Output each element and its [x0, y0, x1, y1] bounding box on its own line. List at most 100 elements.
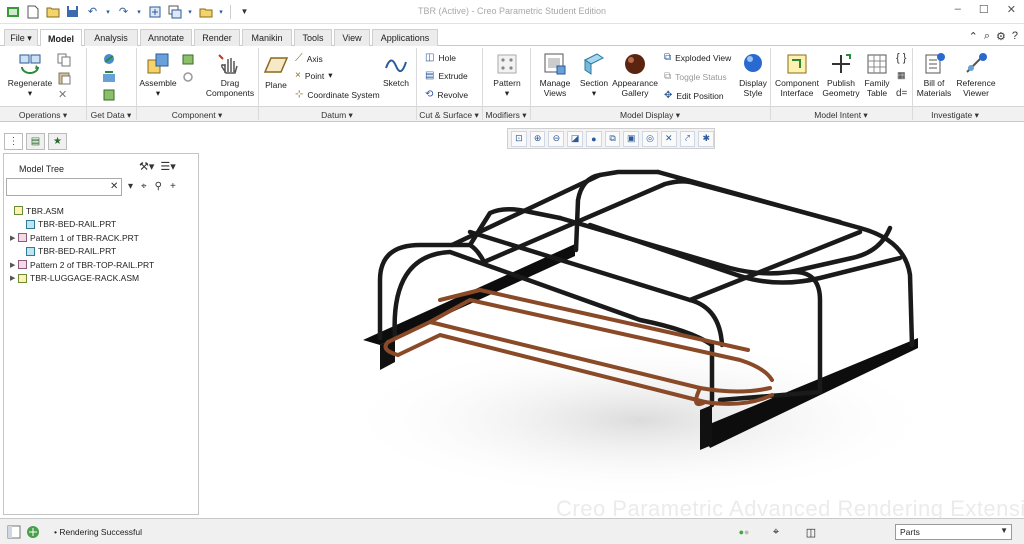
- perspective-view-icon[interactable]: ◎: [642, 130, 658, 147]
- settings-icon[interactable]: ⚒▾: [139, 160, 154, 173]
- axis-button[interactable]: ⟋ Axis: [295, 52, 323, 65]
- search-dropdown-icon[interactable]: ▾: [128, 181, 133, 192]
- tab-file[interactable]: File ▾: [4, 29, 38, 46]
- folder-browser-tab-icon[interactable]: ▤: [26, 133, 45, 150]
- group-cut-surface[interactable]: Cut & Surface ▾: [416, 110, 482, 121]
- user-defined-feature-icon[interactable]: [102, 52, 116, 66]
- create-component-icon[interactable]: [181, 52, 195, 66]
- model-tree-tab-icon[interactable]: ⋮: [4, 133, 23, 150]
- close-icon[interactable]: ✕: [1007, 3, 1016, 16]
- add-column-icon[interactable]: +: [170, 181, 176, 192]
- coordinate-system-button[interactable]: ⊹ Coordinate System: [295, 89, 380, 100]
- annotation-display-icon[interactable]: ⤤: [679, 130, 696, 147]
- pattern-node-icon: [18, 233, 27, 243]
- expand-icon[interactable]: ▶: [10, 261, 18, 269]
- group-operations[interactable]: Operations ▾: [0, 110, 86, 121]
- extrude-button[interactable]: ▤ Extrude: [425, 70, 468, 81]
- minimize-icon[interactable]: –: [955, 3, 961, 16]
- group-get-data[interactable]: Get Data ▾: [86, 110, 136, 121]
- favorites-tab-icon[interactable]: ★: [48, 133, 67, 150]
- tab-model[interactable]: Model: [40, 29, 82, 47]
- saved-orientations-icon[interactable]: ⧉: [604, 130, 621, 147]
- view-manager-icon[interactable]: ▣: [623, 130, 640, 147]
- tab-applications[interactable]: Applications: [372, 29, 438, 46]
- paste-icon[interactable]: [57, 71, 71, 85]
- settings-icon[interactable]: ⚙: [996, 30, 1006, 43]
- selection-filter-dropdown[interactable]: Parts ▼: [895, 524, 1012, 540]
- bill-of-materials-button[interactable]: Bill of Materials: [914, 52, 954, 98]
- switch-dimensions-icon[interactable]: ▦: [897, 70, 906, 81]
- appearance-gallery-button[interactable]: Appearance Gallery: [612, 52, 658, 98]
- exploded-view-button[interactable]: ⧉ Exploded View: [664, 52, 731, 63]
- edit-position-button[interactable]: ✥ Edit Position: [664, 90, 724, 101]
- browser-toggle-icon[interactable]: [25, 524, 41, 540]
- tree-node[interactable]: TBR-BED-RAIL.PRT: [6, 245, 196, 259]
- manage-views-button[interactable]: Manage Views: [534, 52, 576, 98]
- model-tree-search-input[interactable]: [6, 178, 122, 196]
- sketch-button[interactable]: Sketch: [380, 52, 412, 88]
- assemble-button[interactable]: Assemble ▾: [138, 52, 178, 98]
- revolve-button[interactable]: ⟲ Revolve: [425, 89, 468, 100]
- find-icon[interactable]: ⌖: [141, 181, 147, 192]
- graphics-area[interactable]: [200, 150, 1024, 518]
- tree-node[interactable]: ▶ Pattern 2 of TBR-TOP-RAIL.PRT: [6, 258, 196, 272]
- plane-button[interactable]: Plane: [262, 54, 290, 90]
- pattern-button[interactable]: Pattern ▾: [490, 52, 524, 98]
- navigator-toggle-icon[interactable]: [6, 524, 22, 540]
- display-style-button[interactable]: Display Style: [736, 52, 770, 98]
- publish-geometry-button[interactable]: Publish Geometry: [821, 52, 861, 98]
- tab-tools[interactable]: Tools: [294, 29, 332, 46]
- family-table-button[interactable]: Family Table: [862, 52, 892, 98]
- group-datum[interactable]: Datum ▾: [258, 110, 416, 121]
- regenerate-button[interactable]: Regenerate ▾: [6, 52, 54, 98]
- group-model-intent[interactable]: Model Intent ▾: [770, 110, 912, 121]
- repaint-icon[interactable]: ◪: [567, 130, 583, 147]
- zoom-in-icon[interactable]: ⊕: [529, 130, 546, 147]
- tab-view[interactable]: View: [334, 29, 370, 46]
- find-status-icon[interactable]: ⌖: [768, 524, 784, 540]
- display-style-toolbar-icon[interactable]: ●: [585, 130, 602, 147]
- help-icon[interactable]: ?: [1012, 30, 1018, 43]
- tab-analysis[interactable]: Analysis: [84, 29, 138, 46]
- component-interface-button[interactable]: Component Interface: [774, 52, 820, 98]
- group-component[interactable]: Component ▾: [136, 110, 258, 121]
- point-button[interactable]: × Point ▾: [295, 70, 333, 81]
- tree-node[interactable]: ▶ TBR-LUGGAGE-RACK.ASM: [6, 272, 196, 286]
- repeat-component-icon[interactable]: [181, 70, 195, 84]
- maximize-icon[interactable]: ☐: [979, 3, 989, 16]
- spin-center-icon[interactable]: ✱: [698, 130, 715, 147]
- copy-icon[interactable]: [57, 53, 71, 67]
- drag-components-button[interactable]: Drag Components: [204, 52, 256, 98]
- tree-node[interactable]: TBR-BED-RAIL.PRT: [6, 218, 196, 232]
- tree-node[interactable]: ▶ Pattern 1 of TBR-RACK.PRT: [6, 231, 196, 245]
- collapse-ribbon-icon[interactable]: ⌃: [969, 30, 978, 43]
- show-icon[interactable]: ☰▾: [160, 160, 175, 173]
- refit-icon[interactable]: ⊡: [511, 130, 527, 147]
- tab-annotate[interactable]: Annotate: [140, 29, 192, 46]
- hole-button[interactable]: ◫ Hole: [425, 52, 456, 63]
- expand-icon[interactable]: ▶: [10, 234, 18, 242]
- selection-box-icon[interactable]: ◫: [803, 524, 819, 540]
- group-investigate[interactable]: Investigate ▾: [912, 110, 998, 121]
- expand-icon[interactable]: ▶: [10, 274, 18, 282]
- parameters-icon[interactable]: d=: [896, 88, 907, 99]
- truck-bed-rack-model[interactable]: [200, 150, 1024, 518]
- search-help-icon[interactable]: ⌕: [984, 30, 990, 43]
- zoom-out-icon[interactable]: ⊖: [548, 130, 565, 147]
- toggle-status-button[interactable]: ⧉ Toggle Status: [664, 71, 727, 82]
- shrinkwrap-icon[interactable]: [102, 88, 116, 102]
- delete-button[interactable]: ✕: [58, 88, 67, 101]
- copy-geometry-icon[interactable]: [102, 70, 116, 84]
- filter-icon[interactable]: ⚲: [155, 181, 162, 192]
- group-modifiers[interactable]: Modifiers ▾: [482, 110, 530, 121]
- tab-manikin[interactable]: Manikin: [242, 29, 292, 46]
- section-button[interactable]: Section ▾: [577, 52, 611, 98]
- datum-display-icon[interactable]: ✕: [660, 130, 677, 147]
- group-model-display[interactable]: Model Display ▾: [530, 110, 770, 121]
- tab-render[interactable]: Render: [194, 29, 240, 46]
- toggle-status-icon: ⧉: [664, 71, 672, 82]
- tree-node-root[interactable]: TBR.ASM: [6, 204, 196, 218]
- relations-icon[interactable]: { }: [896, 52, 906, 64]
- reference-viewer-button[interactable]: Reference Viewer: [954, 52, 998, 98]
- clear-search-icon[interactable]: ✕: [110, 181, 118, 192]
